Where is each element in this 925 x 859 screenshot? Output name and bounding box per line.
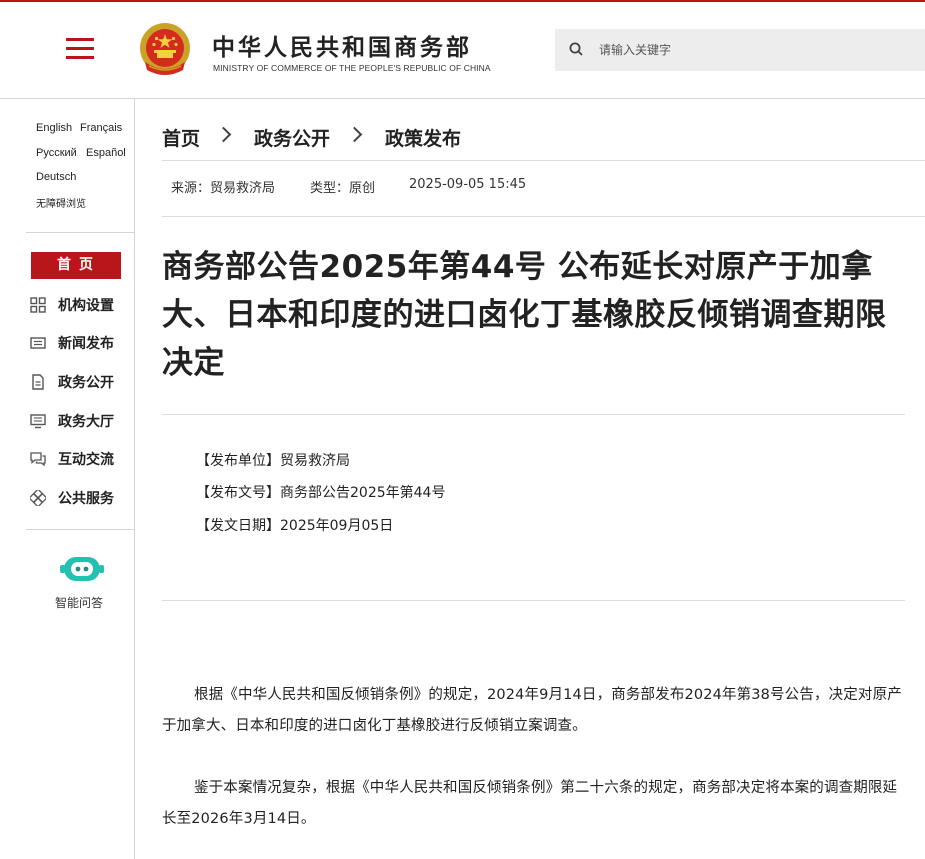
lang-russian-link[interactable]: Русский [36, 147, 77, 159]
lang-spanish-link[interactable]: Español [86, 147, 126, 159]
article-paragraph: 根据《中华人民共和国反倾销条例》的规定，2024年9月14日，商务部发布2024… [162, 687, 902, 734]
search-input[interactable] [599, 29, 909, 71]
meta-type: 类型：原创 [310, 181, 376, 196]
robot-assistant-icon[interactable] [60, 554, 104, 584]
sidebar-home-button[interactable]: 首页 [31, 252, 121, 279]
search-icon[interactable] [569, 42, 583, 56]
site-title: 中华人民共和国商务部 [212, 35, 472, 61]
chevron-right-icon [346, 126, 363, 143]
sidebar-item-label: 机构设置 [58, 298, 114, 314]
search-box [555, 29, 925, 71]
breadcrumb-policy-release-link[interactable]: 政策发布 [385, 124, 461, 151]
breadcrumb-public-affairs-link[interactable]: 政务公开 [254, 124, 330, 151]
lang-french-link[interactable]: Français [80, 122, 122, 134]
chat-icon [30, 452, 46, 467]
divider [162, 160, 925, 161]
newspaper-icon [30, 337, 46, 349]
info-document-number: 【发布文号】商务部公告2025年第44号 [196, 485, 446, 501]
service-icon [30, 490, 46, 506]
sidebar-item-label: 互动交流 [58, 452, 114, 468]
sidebar-divider [26, 232, 134, 233]
sidebar-divider [26, 529, 134, 530]
meta-source: 来源：贸易救济局 [171, 181, 276, 196]
divider [162, 216, 925, 217]
info-issue-date: 【发文日期】2025年09月05日 [196, 518, 394, 534]
sidebar-item-label: 政务公开 [58, 375, 114, 391]
menu-icon[interactable] [66, 38, 94, 60]
divider [162, 600, 905, 601]
national-emblem-icon [140, 23, 190, 75]
meta-datetime: 2025-09-05 15:45 [409, 177, 527, 192]
accessibility-link[interactable]: 无障碍浏览 [36, 195, 86, 210]
article-paragraph: 鉴于本案情况复杂，根据《中华人民共和国反倾销条例》第二十六条的规定，商务部决定将… [162, 780, 898, 827]
article-title: 商务部公告2025年第44号 公布延长对原产于加拿大、日本和印度的进口卤化丁基橡… [162, 249, 887, 381]
assistant-label[interactable]: 智能问答 [55, 594, 103, 611]
sidebar-item-label: 公共服务 [58, 491, 114, 507]
sidebar-item-label: 新闻发布 [58, 336, 114, 352]
breadcrumb-home-link[interactable]: 首页 [162, 124, 200, 151]
monitor-icon [30, 414, 46, 429]
site-header: 中华人民共和国商务部 MINISTRY OF COMMERCE OF THE P… [0, 2, 925, 99]
divider [162, 414, 905, 415]
chevron-right-icon [215, 126, 232, 143]
lang-german-link[interactable]: Deutsch [36, 171, 76, 183]
sidebar: English Français Русский Español Deutsch… [0, 99, 135, 859]
lang-english-link[interactable]: English [36, 122, 72, 134]
sidebar-item-label: 政务大厅 [58, 414, 114, 430]
site-subtitle: MINISTRY OF COMMERCE OF THE PEOPLE'S REP… [213, 63, 491, 73]
info-issuing-unit: 【发布单位】贸易救济局 [196, 453, 350, 469]
document-icon [32, 374, 44, 390]
org-grid-icon [30, 297, 46, 313]
